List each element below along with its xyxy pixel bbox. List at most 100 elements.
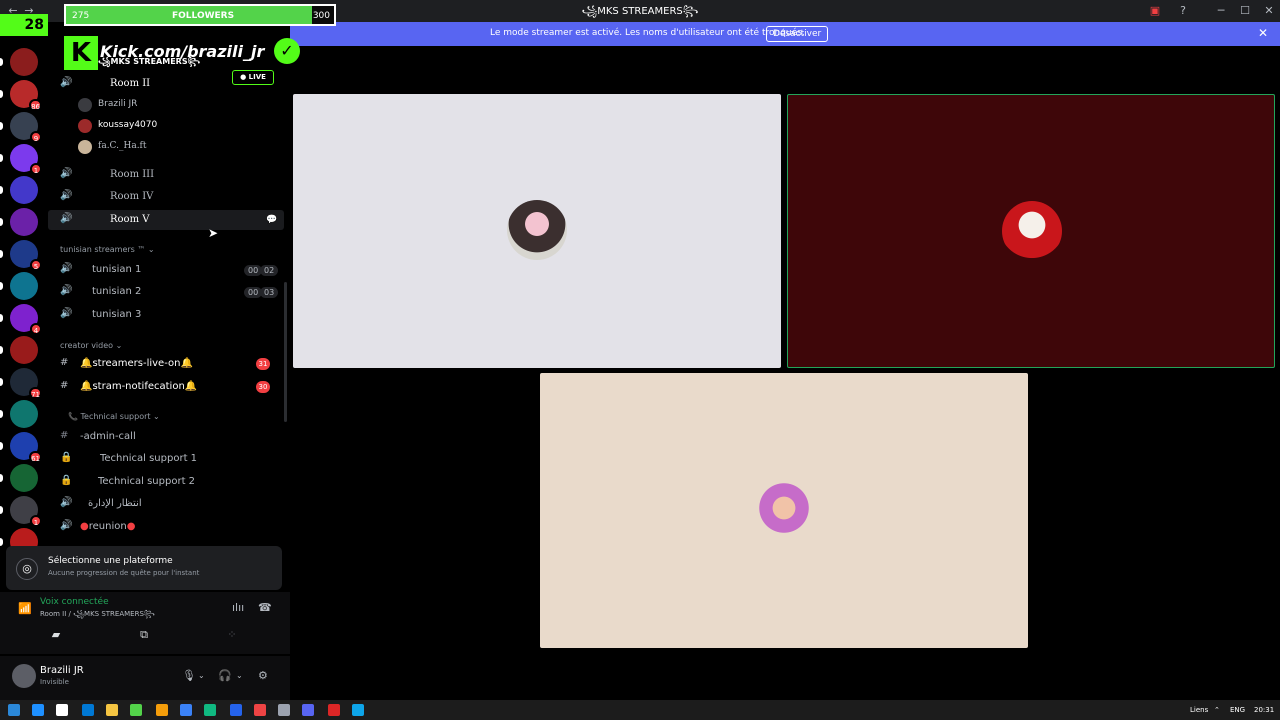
server-icon[interactable] (10, 208, 38, 236)
category-label: tunisian streamers ™ (60, 245, 146, 254)
sidebar-scrollbar[interactable] (284, 282, 287, 422)
quest-subtitle: Aucune progression de quête pour l'insta… (48, 569, 200, 577)
banner-close-icon[interactable]: ✕ (1258, 26, 1268, 40)
tray-chevron-icon[interactable]: ⌃ (1214, 706, 1220, 714)
text-channel-stram-notification[interactable]: # 🔔stram-notifecation🔔 30 (48, 377, 284, 397)
links-toolbar[interactable]: Liens (1190, 706, 1208, 714)
folder-icon[interactable] (106, 704, 118, 716)
app-icon[interactable] (278, 704, 290, 716)
chevron-down-icon[interactable]: ⌄ (236, 671, 243, 680)
voice-channel-technical-support-2[interactable]: 🔒 Technical support 2 (48, 472, 284, 492)
brave-icon[interactable] (254, 704, 266, 716)
text-channel-streamers-live-on[interactable]: # 🔔streamers-live-on🔔 31 (48, 354, 284, 374)
chat-bubble-icon[interactable]: 💬 (266, 215, 277, 225)
voice-channel-tunisian-2[interactable]: 🔊 tunisian 2 00 03 (48, 282, 284, 302)
server-icon[interactable]: 1 (10, 144, 42, 175)
server-icon[interactable] (10, 272, 38, 300)
app-icon[interactable] (352, 704, 364, 716)
server-icon[interactable]: 4 (10, 304, 42, 335)
screen-share-icon[interactable]: ⧉ (104, 628, 184, 646)
app-icon[interactable] (82, 704, 94, 716)
gear-icon[interactable]: ⚙ (258, 669, 268, 682)
minimize-button[interactable]: ─ (1214, 4, 1228, 17)
server-icon[interactable]: 5 (10, 240, 42, 271)
server-icon[interactable] (10, 176, 38, 204)
unread-pip (0, 410, 3, 418)
quest-panel[interactable]: ◎ Sélectionne une plateforme Aucune prog… (6, 546, 282, 590)
voice-channel-room-iii[interactable]: 🔊 Room III (48, 165, 284, 185)
video-off-icon[interactable]: ▰ (16, 628, 96, 646)
app-icon[interactable] (130, 704, 142, 716)
voice-channel-room-iv[interactable]: 🔊 Room IV (48, 187, 284, 207)
noise-suppression-icon[interactable]: ılıı (232, 601, 244, 614)
voice-status[interactable]: Voix connectée (40, 597, 109, 607)
channel-sidebar: 🔊 Room II Brazili JR koussay4070 fa.C._H… (48, 46, 290, 542)
disconnect-icon[interactable]: ☎ (258, 601, 272, 614)
text-channel-admin-call[interactable]: # -admin-call (48, 427, 284, 447)
edge-icon[interactable] (204, 704, 216, 716)
microphone-icon[interactable]: 🎙 (182, 669, 196, 682)
followers-current: 275 (72, 11, 90, 21)
discord-icon[interactable] (302, 704, 314, 716)
signal-icon[interactable]: 📶 (18, 602, 32, 615)
unread-pip (0, 538, 3, 546)
video-tile[interactable] (540, 373, 1028, 648)
avatar (754, 481, 814, 541)
channel-label: Room IV (110, 191, 154, 202)
server-icon[interactable]: 61 (10, 432, 42, 463)
server-icon[interactable] (10, 400, 38, 428)
server-icon[interactable]: 9 (10, 112, 42, 143)
search-icon[interactable] (32, 704, 44, 716)
voice-channel-waiting[interactable]: 🔊 انتظار الإدارة (48, 494, 284, 514)
app-icon[interactable] (230, 704, 242, 716)
clock[interactable]: 20:31 (1254, 706, 1274, 714)
voice-location[interactable]: Room II / ꧁MKS STREAMERS꧂ (40, 609, 155, 623)
avatar (1002, 201, 1062, 261)
screen-share-icon[interactable]: ▣ (1148, 4, 1162, 17)
server-icon[interactable] (10, 464, 38, 492)
disable-streamer-mode-button[interactable]: Désactiver (766, 26, 829, 42)
mouse-cursor-icon: ➤ (208, 226, 219, 240)
voice-channel-tunisian-3[interactable]: 🔊 tunisian 3 (48, 305, 284, 325)
category-technical-support[interactable]: 📞 Technical support ⌄ (68, 412, 160, 421)
avatar[interactable] (12, 664, 36, 688)
app-icon[interactable] (156, 704, 168, 716)
notification-badge: 4 (30, 323, 42, 335)
app-icon[interactable] (328, 704, 340, 716)
video-tile[interactable] (293, 94, 781, 368)
video-tile-speaking[interactable] (787, 94, 1275, 368)
language-indicator[interactable]: ENG (1230, 706, 1245, 714)
unread-pip (0, 58, 3, 66)
channel-label: Room III (110, 169, 155, 180)
category-creator-video[interactable]: creator video ⌄ (60, 341, 122, 350)
server-icon[interactable] (10, 336, 38, 364)
voice-channel-tunisian-1[interactable]: 🔊 tunisian 1 00 02 (48, 260, 284, 280)
app-icon[interactable] (56, 704, 68, 716)
maximize-button[interactable]: ☐ (1238, 4, 1252, 17)
server-icon[interactable]: 86 (10, 80, 42, 111)
lock-icon: 🔒 (60, 452, 73, 463)
server-icon[interactable]: 1 (10, 496, 42, 527)
voice-channel-reunion[interactable]: 🔊 ●reunion● (48, 517, 284, 537)
windows-start-icon[interactable] (8, 704, 20, 716)
activities-icon[interactable]: ⁘ (192, 628, 272, 646)
notification-badge: 61 (29, 451, 42, 463)
help-icon[interactable]: ? (1176, 4, 1190, 17)
voice-channel-technical-support-1[interactable]: 🔒 Technical support 1 (48, 449, 284, 469)
close-button[interactable]: ✕ (1262, 4, 1276, 17)
voice-channel-room-v[interactable]: 🔊 Room V 💬 (48, 210, 284, 230)
category-tunisian-streamers[interactable]: tunisian streamers ™ ⌄ (60, 245, 155, 254)
headphones-icon[interactable]: 🎧 (218, 669, 232, 682)
mention-badge: 30 (256, 381, 270, 393)
channel-label: tunisian 3 (92, 309, 142, 320)
steam-icon[interactable] (180, 704, 192, 716)
channel-label: tunisian 1 (92, 264, 142, 275)
server-icon[interactable]: 71 (10, 368, 42, 399)
followers-goal-bar: 275 FOLLOWERS 300 (64, 4, 336, 26)
server-icon[interactable] (10, 48, 38, 76)
speaker-icon: 🔊 (60, 497, 73, 508)
chevron-down-icon[interactable]: ⌄ (198, 671, 205, 680)
avatar (78, 140, 92, 154)
user-name[interactable]: Brazili JR (40, 665, 84, 676)
server-name[interactable]: ꧁MKS STREAMERS꧂ (98, 56, 200, 72)
